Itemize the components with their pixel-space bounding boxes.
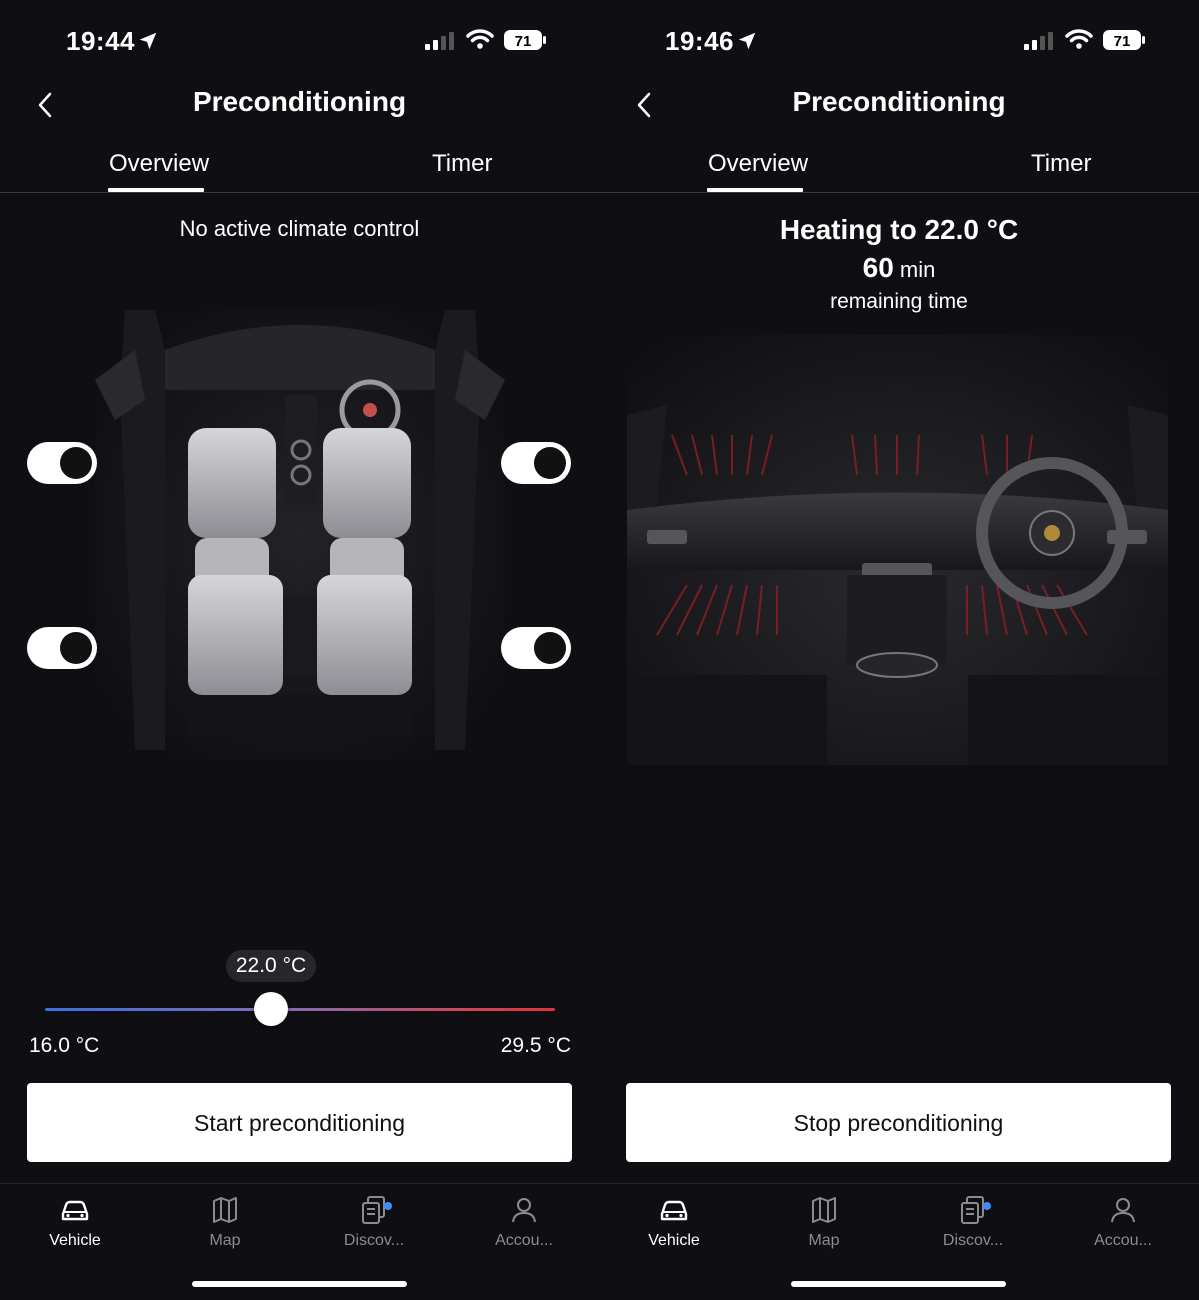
account-icon (512, 1198, 536, 1223)
seat-toggle-rear-right[interactable] (501, 627, 571, 669)
toggle-knob (534, 447, 566, 479)
tab-timer[interactable]: Timer (1031, 150, 1091, 178)
cellular-signal-icon (425, 32, 454, 50)
seat-toggle-front-right[interactable] (501, 442, 571, 484)
tab-overview[interactable]: Overview (109, 150, 209, 178)
temperature-value-bubble: 22.0 °C (226, 950, 316, 982)
climate-status-text: No active climate control (179, 216, 420, 241)
discover-icon (362, 1196, 385, 1224)
nav-map[interactable]: Map (764, 1194, 884, 1250)
screen-active: 19:46 71 Preconditioning Overview Timer … (599, 0, 1199, 1300)
nav-label: Accou... (1094, 1232, 1152, 1249)
nav-account[interactable]: Accou... (464, 1194, 584, 1250)
heating-target-text: Heating to 22.0 °C (779, 214, 1019, 245)
home-indicator[interactable] (791, 1281, 1006, 1287)
status-bar: 19:46 71 (599, 0, 1199, 80)
temperature-slider-thumb[interactable] (254, 992, 288, 1026)
screen-start: 19:44 71 Preconditioning Overview Timer … (0, 0, 599, 1300)
wifi-icon (466, 29, 494, 49)
battery-icon: 71 (504, 30, 546, 50)
temperature-slider-track[interactable] (45, 1008, 555, 1011)
battery-level: 71 (1114, 33, 1131, 50)
nav-vehicle[interactable]: Vehicle (15, 1194, 135, 1250)
tab-bar: Overview Timer (599, 148, 1199, 193)
nav-discover[interactable]: Discov... (314, 1194, 434, 1250)
battery-level: 71 (515, 33, 532, 50)
car-cabin-front-view (627, 335, 1168, 765)
page-title: Preconditioning (192, 86, 407, 117)
remaining-time-label: remaining time (830, 290, 968, 313)
car-interior-top-view (95, 310, 505, 760)
car-icon (61, 1200, 89, 1221)
toggle-knob (534, 632, 566, 664)
toggle-knob (60, 447, 92, 479)
nav-account[interactable]: Accou... (1063, 1194, 1183, 1250)
map-icon (812, 1197, 836, 1223)
home-indicator[interactable] (192, 1281, 407, 1287)
nav-label: Discov... (343, 1232, 405, 1249)
nav-discover[interactable]: Discov... (913, 1194, 1033, 1250)
page-title: Preconditioning (792, 86, 1006, 117)
tab-timer[interactable]: Timer (432, 150, 492, 178)
status-time: 19:46 (665, 26, 734, 56)
wifi-icon (1065, 29, 1093, 49)
tab-selected-indicator (707, 188, 803, 192)
location-arrow-icon (139, 32, 157, 50)
tab-selected-indicator (108, 188, 204, 192)
tab-bar: Overview Timer (0, 148, 599, 193)
temperature-max-label: 29.5 °C (500, 1034, 571, 1057)
discover-icon (961, 1196, 984, 1224)
map-icon (213, 1197, 237, 1223)
car-icon (660, 1200, 688, 1221)
remaining-minutes-unit: min (899, 257, 936, 282)
remaining-minutes-value: 60 (862, 252, 894, 283)
seat-toggle-rear-left[interactable] (27, 627, 97, 669)
start-preconditioning-button[interactable]: Start preconditioning (27, 1083, 572, 1162)
seat-toggle-front-left[interactable] (27, 442, 97, 484)
account-icon (1111, 1198, 1135, 1223)
nav-label: Accou... (495, 1232, 553, 1249)
status-time: 19:44 (66, 26, 135, 56)
tab-overview[interactable]: Overview (708, 150, 808, 178)
nav-label: Map (808, 1232, 840, 1249)
notification-badge (983, 1202, 991, 1210)
nav-vehicle[interactable]: Vehicle (614, 1194, 734, 1250)
notification-badge (384, 1202, 392, 1210)
nav-label: Map (209, 1232, 241, 1249)
toggle-knob (60, 632, 92, 664)
temperature-min-label: 16.0 °C (29, 1034, 100, 1057)
nav-map[interactable]: Map (165, 1194, 285, 1250)
location-arrow-icon (738, 32, 756, 50)
cellular-signal-icon (1024, 32, 1053, 50)
stop-preconditioning-button[interactable]: Stop preconditioning (626, 1083, 1171, 1162)
nav-label: Vehicle (648, 1232, 700, 1249)
status-bar: 19:44 71 (0, 0, 599, 80)
battery-icon: 71 (1103, 30, 1145, 50)
remaining-minutes: 60 min (599, 252, 1199, 284)
nav-label: Discov... (942, 1232, 1004, 1249)
nav-label: Vehicle (49, 1232, 101, 1249)
